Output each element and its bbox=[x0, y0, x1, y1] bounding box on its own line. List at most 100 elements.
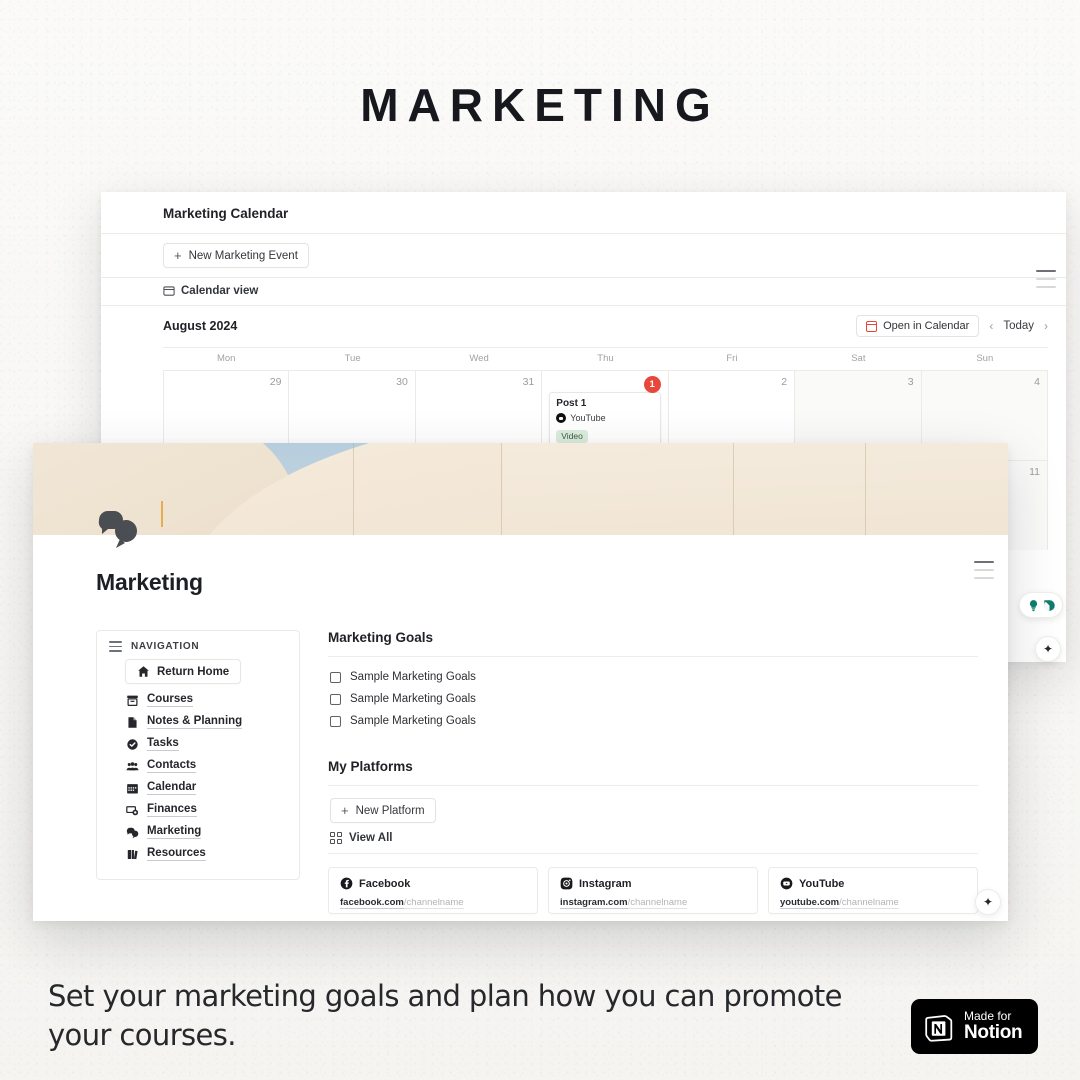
sidebar-item-contacts[interactable]: Contacts bbox=[109, 755, 287, 777]
sidebar-item-label: Tasks bbox=[147, 737, 179, 751]
cover-accent bbox=[161, 501, 163, 527]
platform-name: YouTube bbox=[799, 877, 845, 890]
view-all-tab[interactable]: View All bbox=[330, 832, 978, 844]
platform-card-facebook[interactable]: Facebook facebook.com/channelname bbox=[328, 867, 538, 914]
youtube-icon bbox=[780, 877, 793, 890]
marketing-page-window: Marketing NAVIGATION Return Home Courses… bbox=[33, 443, 1008, 921]
event-platform: YouTube bbox=[556, 413, 653, 423]
notion-ai-button[interactable]: ✦ bbox=[1035, 636, 1061, 662]
month-label: August 2024 bbox=[163, 319, 238, 333]
checkbox-icon[interactable] bbox=[330, 671, 341, 683]
divider bbox=[328, 656, 978, 657]
day-number: 2 bbox=[781, 376, 788, 388]
weekday-label: Thu bbox=[597, 353, 614, 364]
page-speech-bubbles-icon[interactable] bbox=[96, 508, 144, 548]
platform-path: /channelname bbox=[403, 897, 464, 909]
caption-text: Set your marketing goals and plan how yo… bbox=[48, 979, 842, 1052]
menu-line bbox=[1036, 270, 1056, 272]
weekday-header: Mon Tue Wed Thu Fri Sat Sun bbox=[163, 347, 1048, 370]
calendar-view-tab[interactable]: Calendar view bbox=[163, 278, 1048, 305]
instagram-icon bbox=[560, 877, 573, 890]
notion-logo-icon bbox=[925, 1014, 953, 1042]
platform-card-youtube[interactable]: YouTube youtube.com/channelname bbox=[768, 867, 978, 914]
sparkle-icon: ✦ bbox=[1042, 642, 1054, 656]
platform-path: /channelname bbox=[839, 897, 899, 909]
navigation-card: NAVIGATION Return Home Courses Notes & P… bbox=[96, 630, 300, 880]
books-icon bbox=[127, 849, 138, 859]
grid-icon bbox=[330, 832, 342, 844]
new-platform-label: New Platform bbox=[355, 804, 425, 817]
marketing-page-title: Marketing bbox=[96, 569, 203, 595]
checkbox-icon[interactable] bbox=[330, 693, 341, 705]
day-number: 4 bbox=[1034, 376, 1040, 388]
platform-name: Instagram bbox=[579, 877, 632, 890]
open-in-calendar-button[interactable]: Open in Calendar bbox=[856, 315, 980, 337]
today-button[interactable]: Today bbox=[1003, 320, 1034, 332]
prev-month-icon[interactable]: ‹ bbox=[989, 319, 993, 333]
cover-seam bbox=[733, 443, 734, 535]
plus-icon: + bbox=[341, 803, 349, 818]
calendar-view-icon bbox=[163, 286, 175, 296]
sidebar-item-notes-planning[interactable]: Notes & Planning bbox=[109, 711, 287, 733]
sidebar-item-resources[interactable]: Resources bbox=[109, 843, 287, 865]
view-all-label: View All bbox=[349, 832, 393, 844]
goal-item[interactable]: Sample Marketing Goals bbox=[328, 688, 978, 710]
speech-bubbles-icon bbox=[126, 827, 139, 838]
made-for-notion-badge: Made for Notion bbox=[911, 999, 1038, 1054]
sidebar-item-label: Finances bbox=[147, 803, 197, 817]
platform-url[interactable]: facebook.com/channelname bbox=[340, 897, 526, 909]
navigation-header-label: NAVIGATION bbox=[131, 641, 200, 652]
notion-help-widget[interactable] bbox=[1019, 592, 1063, 618]
next-month-icon[interactable]: › bbox=[1044, 319, 1048, 333]
sidebar-item-label: Resources bbox=[147, 847, 206, 861]
goal-label: Sample Marketing Goals bbox=[350, 671, 476, 683]
sidebar-item-tasks[interactable]: Tasks bbox=[109, 733, 287, 755]
sidebar-item-marketing[interactable]: Marketing bbox=[109, 821, 287, 843]
new-platform-button[interactable]: + New Platform bbox=[330, 798, 436, 823]
sidebar-item-return-home[interactable]: Return Home bbox=[125, 659, 242, 684]
platform-domain: youtube.com bbox=[780, 897, 840, 909]
weekday-label: Tue bbox=[344, 353, 361, 364]
badge-brand-label: Notion bbox=[964, 1021, 1023, 1043]
platform-card-instagram[interactable]: Instagram instagram.com/channelname bbox=[548, 867, 758, 914]
sidebar-item-label: Notes & Planning bbox=[147, 715, 243, 729]
page-window-menu[interactable] bbox=[974, 561, 994, 579]
menu-line bbox=[1036, 278, 1056, 280]
cover-shape bbox=[503, 443, 1008, 535]
calendar-window-menu[interactable] bbox=[1036, 270, 1056, 288]
checkbox-icon[interactable] bbox=[330, 715, 341, 727]
sidebar-item-finances[interactable]: Finances bbox=[109, 799, 287, 821]
calendar-red-icon bbox=[866, 320, 878, 332]
people-icon bbox=[126, 761, 139, 770]
goal-label: Sample Marketing Goals bbox=[350, 715, 476, 727]
calendar-icon bbox=[127, 783, 138, 794]
check-circle-icon bbox=[127, 738, 138, 750]
open-in-calendar-label: Open in Calendar bbox=[883, 320, 970, 332]
page-cover-image bbox=[33, 443, 1008, 535]
hamburger-icon bbox=[109, 641, 122, 652]
calendar-view-label: Calendar view bbox=[181, 285, 259, 297]
sidebar-item-calendar[interactable]: Calendar bbox=[109, 777, 287, 799]
sparkle-icon: ✦ bbox=[982, 895, 994, 909]
platform-url[interactable]: instagram.com/channelname bbox=[560, 897, 746, 909]
new-marketing-event-button[interactable]: + New Marketing Event bbox=[163, 243, 309, 268]
platform-name: Facebook bbox=[359, 877, 411, 890]
notion-ai-button[interactable]: ✦ bbox=[975, 889, 1001, 915]
sidebar-item-courses[interactable]: Courses bbox=[109, 689, 287, 711]
badge-made-for-label: Made for bbox=[964, 1009, 1012, 1024]
event-title: Post 1 bbox=[556, 398, 587, 409]
goal-item[interactable]: Sample Marketing Goals bbox=[328, 666, 978, 688]
facebook-icon bbox=[340, 877, 353, 890]
goal-item[interactable]: Sample Marketing Goals bbox=[328, 710, 978, 732]
new-platform-row: + New Platform bbox=[330, 798, 978, 823]
platform-domain: facebook.com bbox=[340, 897, 404, 909]
day-number: 3 bbox=[907, 376, 914, 388]
menu-line bbox=[974, 569, 994, 571]
goal-label: Sample Marketing Goals bbox=[350, 693, 476, 705]
sidebar-item-label: Marketing bbox=[147, 825, 202, 839]
day-number: 30 bbox=[396, 376, 408, 388]
event-platform-label: YouTube bbox=[570, 413, 606, 423]
menu-line bbox=[1036, 286, 1056, 288]
month-toolbar: August 2024 Open in Calendar ‹ Today › bbox=[163, 306, 1048, 347]
platform-url[interactable]: youtube.com/channelname bbox=[780, 897, 966, 909]
